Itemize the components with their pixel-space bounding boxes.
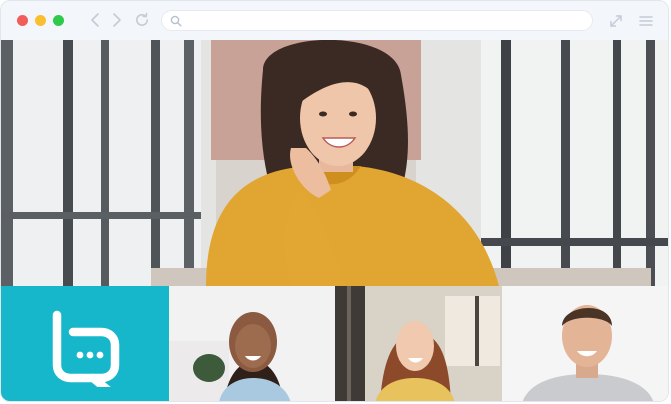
- participant-3-video: [501, 286, 668, 401]
- reload-button[interactable]: [133, 11, 151, 29]
- forward-button[interactable]: [109, 12, 125, 28]
- main-speaker-scene: [1, 40, 668, 286]
- expand-icon: [610, 15, 622, 27]
- participant-tile-3[interactable]: [501, 286, 668, 401]
- main-speaker-video[interactable]: [1, 40, 668, 286]
- chevron-right-icon: [113, 13, 121, 27]
- search-icon: [169, 14, 183, 28]
- reload-icon: [136, 12, 148, 26]
- close-window-button[interactable]: [17, 15, 28, 26]
- browser-window: [0, 0, 669, 402]
- participant-strip: [1, 286, 668, 401]
- participant-tile-1[interactable]: [168, 286, 335, 401]
- expand-button[interactable]: [607, 12, 625, 30]
- minimize-window-button[interactable]: [35, 15, 46, 26]
- participant-tile-2[interactable]: [335, 286, 502, 401]
- brand-logo-tile: [1, 286, 169, 401]
- back-button[interactable]: [87, 12, 103, 28]
- chevron-left-icon: [91, 13, 99, 27]
- hamburger-menu-icon: [639, 16, 653, 26]
- maximize-window-button[interactable]: [53, 15, 64, 26]
- chat-bubble-logo-icon: [52, 310, 119, 387]
- address-input[interactable]: [189, 10, 592, 31]
- participant-2-video: [335, 286, 502, 401]
- participant-1-video: [168, 286, 335, 401]
- address-bar[interactable]: [161, 10, 593, 31]
- menu-button[interactable]: [637, 12, 655, 30]
- browser-toolbar: [1, 1, 668, 40]
